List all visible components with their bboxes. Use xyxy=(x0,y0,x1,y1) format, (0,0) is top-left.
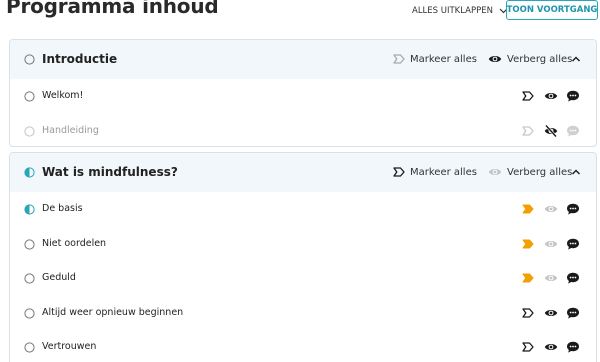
chevron-up-icon[interactable] xyxy=(570,53,582,65)
bookmark-outline-icon[interactable] xyxy=(521,340,535,354)
comment-icon[interactable] xyxy=(566,124,580,138)
status-empty-icon xyxy=(24,342,35,353)
section-title: Introductie xyxy=(42,52,118,66)
status-empty-icon xyxy=(24,54,35,65)
status-empty-icon xyxy=(24,307,35,319)
mark-all-button[interactable]: Markeer alles xyxy=(393,52,477,66)
bookmark-outline-icon xyxy=(393,167,405,177)
item-label: Handleiding xyxy=(42,124,99,136)
page-title: Programma inhoud xyxy=(6,0,219,18)
eye-icon[interactable] xyxy=(544,271,558,285)
list-item[interactable]: Geduld xyxy=(10,261,596,296)
collapse-all-button[interactable]: ALLES UITKLAPPEN xyxy=(412,4,508,18)
bookmark-outline-icon[interactable] xyxy=(521,124,535,138)
eye-icon[interactable] xyxy=(544,237,558,251)
comment-icon[interactable] xyxy=(566,202,580,216)
status-empty-icon xyxy=(24,273,35,284)
list-item[interactable]: Welkom! xyxy=(10,79,596,114)
comment-icon[interactable] xyxy=(566,237,580,251)
status-empty-icon xyxy=(24,125,35,137)
eye-icon[interactable] xyxy=(544,202,558,216)
eye-icon[interactable] xyxy=(544,340,558,354)
comment-icon[interactable] xyxy=(566,340,580,354)
section-wat-is-mindfulness: Wat is mindfulness? Markeer alles Verber… xyxy=(9,152,597,362)
hide-all-label: Verberg alles xyxy=(507,53,573,65)
show-progress-button[interactable]: TOON VOORTGANG xyxy=(506,0,598,20)
item-label: Altijd weer opnieuw beginnen xyxy=(42,306,184,318)
list-item[interactable]: De basis xyxy=(10,192,596,227)
list-item[interactable]: Handleiding xyxy=(10,114,596,147)
item-label: Geduld xyxy=(42,272,76,283)
hide-all-button[interactable]: Verberg alles xyxy=(488,52,572,66)
list-item[interactable]: Vertrouwen xyxy=(10,330,596,362)
status-empty-icon xyxy=(24,91,35,102)
bookmark-outline-icon xyxy=(393,54,405,64)
comment-icon[interactable] xyxy=(566,306,580,320)
bookmark-outline-icon[interactable] xyxy=(521,306,535,320)
comment-icon[interactable] xyxy=(566,271,580,285)
bookmark-filled-icon[interactable] xyxy=(521,202,535,216)
section-header[interactable]: Introductie Markeer alles Verberg alles xyxy=(10,40,596,79)
item-label: Vertrouwen xyxy=(42,341,97,352)
section-header[interactable]: Wat is mindfulness? Markeer alles Verber… xyxy=(10,153,596,192)
collapse-all-label: ALLES UITKLAPPEN xyxy=(412,6,493,16)
hide-all-button[interactable]: Verberg alles xyxy=(488,165,572,179)
status-half-icon xyxy=(24,167,35,178)
section-introductie: Introductie Markeer alles Verberg alles … xyxy=(9,39,597,147)
bookmark-outline-icon[interactable] xyxy=(521,89,535,103)
mark-all-label: Markeer alles xyxy=(410,166,477,178)
eye-off-icon[interactable] xyxy=(544,124,558,138)
item-label: Welkom! xyxy=(42,90,84,101)
section-title: Wat is mindfulness? xyxy=(42,165,178,179)
chevron-up-icon[interactable] xyxy=(570,166,582,178)
list-item[interactable]: Niet oordelen xyxy=(10,227,596,262)
status-half-icon xyxy=(24,204,35,215)
mark-all-label: Markeer alles xyxy=(410,53,477,65)
eye-icon[interactable] xyxy=(544,306,558,320)
item-label: De basis xyxy=(42,203,83,214)
eye-icon[interactable] xyxy=(544,89,558,103)
list-item[interactable]: Altijd weer opnieuw beginnen xyxy=(10,296,596,331)
eye-icon xyxy=(488,167,502,177)
bookmark-filled-icon[interactable] xyxy=(521,237,535,251)
mark-all-button[interactable]: Markeer alles xyxy=(393,165,477,179)
comment-icon[interactable] xyxy=(566,89,580,103)
status-empty-icon xyxy=(24,238,35,250)
hide-all-label: Verberg alles xyxy=(507,166,573,178)
item-label: Niet oordelen xyxy=(42,237,107,249)
page-header: Programma inhoud ALLES UITKLAPPEN TOON V… xyxy=(0,0,600,30)
bookmark-filled-icon[interactable] xyxy=(521,271,535,285)
eye-icon xyxy=(488,54,502,64)
